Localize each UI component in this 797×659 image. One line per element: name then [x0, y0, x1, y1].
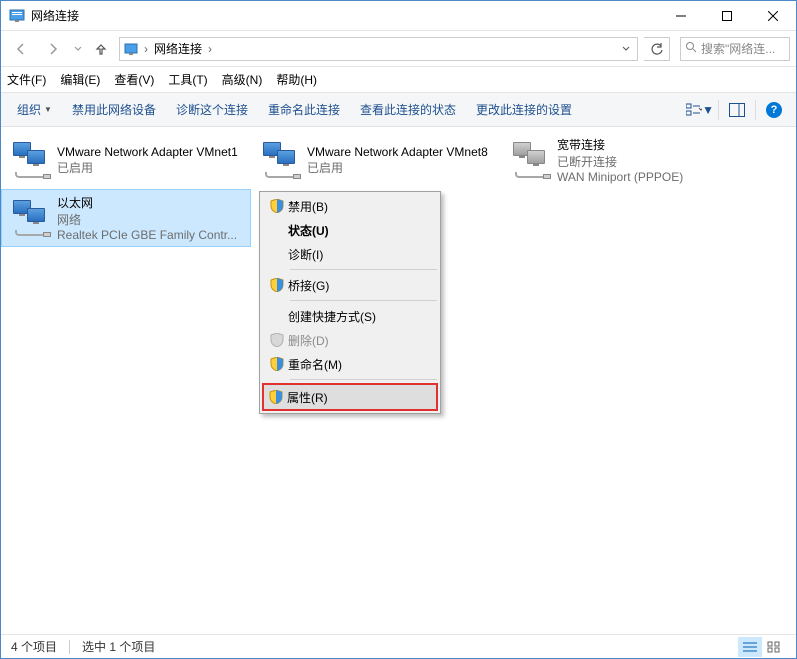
large-icons-view-button[interactable]	[762, 637, 786, 657]
connection-item-broadband[interactable]: 宽带连接 已断开连接 WAN Miniport (PPPOE)	[501, 131, 751, 189]
status-count: 4 个项目	[11, 638, 69, 655]
preview-pane-button[interactable]	[723, 98, 751, 122]
diagnose-button[interactable]: 诊断这个连接	[166, 97, 258, 122]
up-button[interactable]	[89, 37, 113, 61]
network-adapter-icon	[507, 135, 557, 185]
ctx-diagnose[interactable]: 诊断(I)	[262, 242, 438, 266]
disable-device-button[interactable]: 禁用此网络设备	[62, 97, 166, 122]
toolbar-separator	[755, 100, 756, 120]
menu-advanced[interactable]: 高级(N)	[222, 71, 263, 88]
titlebar: 网络连接	[1, 1, 796, 31]
ctx-disable[interactable]: 禁用(B)	[262, 194, 438, 218]
help-button[interactable]: ?	[760, 98, 788, 122]
menu-help[interactable]: 帮助(H)	[276, 71, 317, 88]
network-adapter-icon	[7, 193, 57, 243]
search-icon	[685, 41, 697, 56]
connection-name: VMware Network Adapter VMnet8	[307, 145, 495, 159]
window-title: 网络连接	[31, 7, 658, 24]
search-input[interactable]: 搜索"网络连...	[680, 37, 790, 61]
navbar: › 网络连接 › 搜索"网络连...	[1, 31, 796, 67]
network-adapter-icon	[7, 135, 57, 185]
close-button[interactable]	[750, 1, 796, 30]
menu-tools[interactable]: 工具(T)	[168, 71, 207, 88]
toolbar-separator	[718, 100, 719, 120]
menu-separator	[290, 269, 437, 270]
connection-status: 已启用	[307, 159, 495, 176]
ctx-status[interactable]: 状态(U)	[262, 218, 438, 242]
menu-view[interactable]: 查看(V)	[114, 71, 154, 88]
view-status-button[interactable]: 查看此连接的状态	[350, 97, 466, 122]
minimize-button[interactable]	[658, 1, 704, 30]
recent-dropdown[interactable]	[71, 35, 85, 63]
connection-status: 已启用	[57, 159, 245, 176]
shield-icon	[266, 199, 288, 213]
refresh-button[interactable]	[644, 37, 670, 61]
ctx-delete: 删除(D)	[262, 328, 438, 352]
window-controls	[658, 1, 796, 30]
change-settings-button[interactable]: 更改此连接的设置	[466, 97, 582, 122]
connection-detail: WAN Miniport (PPPOE)	[557, 170, 745, 184]
connection-status: 已断开连接	[557, 153, 745, 170]
menubar: 文件(F) 编辑(E) 查看(V) 工具(T) 高级(N) 帮助(H)	[1, 67, 796, 93]
ctx-rename[interactable]: 重命名(M)	[262, 352, 438, 376]
maximize-button[interactable]	[704, 1, 750, 30]
connection-name: 以太网	[57, 194, 245, 211]
status-selected: 选中 1 个项目	[82, 638, 167, 655]
shield-icon	[265, 390, 287, 404]
chevron-right-icon: ›	[140, 42, 152, 56]
breadcrumb-item[interactable]: 网络连接	[152, 40, 204, 57]
ctx-bridge[interactable]: 桥接(G)	[262, 273, 438, 297]
search-placeholder: 搜索"网络连...	[701, 40, 775, 57]
location-icon	[122, 42, 140, 56]
connection-status: 网络	[57, 211, 245, 228]
chevron-right-icon: ›	[204, 42, 216, 56]
app-icon	[9, 8, 25, 24]
connection-item-vmnet8[interactable]: VMware Network Adapter VMnet8 已启用	[251, 131, 501, 189]
connection-name: VMware Network Adapter VMnet1	[57, 145, 245, 159]
context-menu: 禁用(B) 状态(U) 诊断(I) 桥接(G) 创建快捷方式(S) 删除(D) …	[259, 191, 441, 414]
menu-separator	[290, 300, 437, 301]
back-button[interactable]	[7, 35, 35, 63]
address-bar[interactable]: › 网络连接 ›	[119, 37, 638, 61]
rename-button[interactable]: 重命名此连接	[258, 97, 350, 122]
chevron-down-icon: ▼	[702, 103, 714, 117]
ctx-properties[interactable]: 属性(R)	[262, 383, 438, 411]
organize-button[interactable]: 组织▼	[7, 97, 62, 122]
connection-detail: Realtek PCIe GBE Family Contr...	[57, 228, 245, 242]
statusbar: 4 个项目 选中 1 个项目	[1, 634, 796, 658]
network-adapter-icon	[257, 135, 307, 185]
connection-item-vmnet1[interactable]: VMware Network Adapter VMnet1 已启用	[1, 131, 251, 189]
toolbar: 组织▼ 禁用此网络设备 诊断这个连接 重命名此连接 查看此连接的状态 更改此连接…	[1, 93, 796, 127]
shield-icon	[266, 278, 288, 292]
chevron-down-icon: ▼	[44, 105, 52, 114]
menu-file[interactable]: 文件(F)	[7, 71, 46, 88]
help-icon: ?	[766, 102, 782, 118]
connection-item-ethernet[interactable]: 以太网 网络 Realtek PCIe GBE Family Contr...	[1, 189, 251, 247]
details-view-button[interactable]	[738, 637, 762, 657]
menu-separator	[290, 379, 437, 380]
status-separator	[69, 640, 70, 654]
shield-icon	[266, 333, 288, 347]
ctx-shortcut[interactable]: 创建快捷方式(S)	[262, 304, 438, 328]
shield-icon	[266, 357, 288, 371]
connection-name: 宽带连接	[557, 136, 745, 153]
menu-edit[interactable]: 编辑(E)	[60, 71, 100, 88]
view-options-button[interactable]: ▼	[686, 98, 714, 122]
address-dropdown[interactable]	[617, 42, 635, 56]
forward-button[interactable]	[39, 35, 67, 63]
